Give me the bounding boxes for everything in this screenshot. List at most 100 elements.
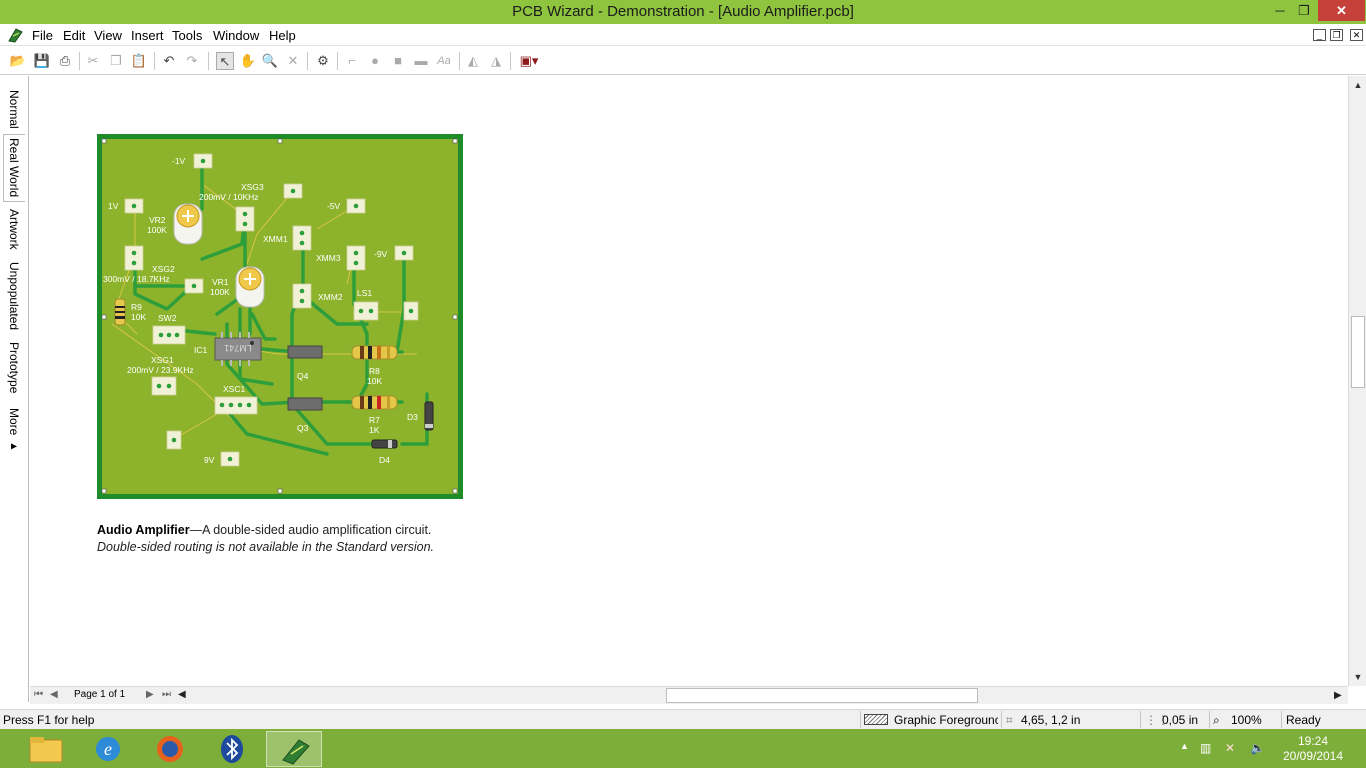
- status-ready: Ready: [1286, 713, 1321, 727]
- select-arrow-icon[interactable]: ↖: [216, 52, 234, 70]
- mirror-icon[interactable]: ◭: [464, 52, 482, 70]
- taskbar-clock[interactable]: 19:24 20/09/2014: [1278, 734, 1348, 764]
- first-page-icon[interactable]: ⏮: [34, 689, 43, 700]
- clock-time: 19:24: [1297, 734, 1329, 748]
- tab-unpopulated[interactable]: Unpopulated: [3, 260, 25, 332]
- minimize-button[interactable]: ─: [1267, 0, 1293, 21]
- status-bar: Press F1 for help Graphic Foregrounc ⌗ 4…: [0, 709, 1366, 729]
- ic-chip-label: LM741: [224, 343, 252, 353]
- label-xsg2-value: 300mV / 18.7KHz: [103, 274, 170, 284]
- mdi-minimize-button[interactable]: _: [1313, 29, 1326, 41]
- redo-icon[interactable]: ↷: [183, 52, 201, 70]
- label-r7-value: 1K: [369, 425, 380, 435]
- scroll-right-icon[interactable]: ▶: [1334, 690, 1342, 701]
- label-9v: 9V: [204, 455, 215, 465]
- square-pad-icon[interactable]: ■: [389, 52, 407, 70]
- mdi-close-button[interactable]: ✕: [1350, 29, 1363, 41]
- paste-icon[interactable]: 📋: [130, 52, 148, 70]
- file-explorer-icon[interactable]: [18, 731, 74, 767]
- maximize-button[interactable]: ❐: [1291, 0, 1317, 21]
- cut-icon[interactable]: ✂: [84, 52, 102, 70]
- menu-edit[interactable]: Edit: [63, 28, 85, 43]
- label-ic1: IC1: [194, 345, 208, 355]
- status-coordinates: 4,65, 1,2 in: [1021, 713, 1081, 727]
- caption-description: —A double-sided audio amplification circ…: [189, 523, 432, 537]
- label-neg9v: -9V: [374, 249, 388, 259]
- copy-icon[interactable]: ❐: [107, 52, 125, 70]
- pcb-wizard-taskbar-icon[interactable]: [266, 731, 322, 767]
- label-q4: Q4: [297, 371, 309, 381]
- track-icon[interactable]: ⌐: [343, 52, 361, 70]
- tab-real-world[interactable]: Real World: [3, 134, 25, 202]
- status-help: Press F1 for help: [3, 713, 95, 727]
- last-page-icon[interactable]: ⏭: [162, 689, 171, 700]
- pcb-wizard-icon[interactable]: [7, 27, 24, 43]
- horizontal-scrollbar[interactable]: ⏮ ◀ Page 1 of 1 ▶ ⏭ ◀ ▶: [30, 686, 1348, 704]
- status-grid[interactable]: 0,05 in: [1162, 713, 1198, 727]
- menu-view[interactable]: View: [94, 28, 122, 43]
- prev-page-icon[interactable]: ◀: [50, 689, 58, 700]
- menu-tools[interactable]: Tools: [172, 28, 202, 43]
- horizontal-scroll-thumb[interactable]: [666, 688, 978, 703]
- internet-explorer-icon[interactable]: e: [80, 731, 136, 767]
- caption-title: Audio Amplifier: [97, 523, 190, 537]
- tray-device-icon[interactable]: ▥: [1200, 741, 1211, 755]
- firefox-icon[interactable]: [142, 731, 198, 767]
- label-xsg1: XSG1: [151, 355, 174, 365]
- layer-swatch-icon: [864, 714, 888, 725]
- next-page-icon[interactable]: ▶: [146, 689, 154, 700]
- label-r9: R9: [131, 302, 142, 312]
- title-bar: PCB Wizard - Demonstration - [Audio Ampl…: [0, 0, 1366, 24]
- save-icon[interactable]: 💾: [33, 52, 51, 70]
- tab-more[interactable]: More ▸: [3, 406, 25, 454]
- open-icon[interactable]: 📂: [9, 52, 27, 70]
- vertical-scroll-thumb[interactable]: [1351, 316, 1365, 388]
- manufacture-icon[interactable]: ▣▾: [515, 52, 543, 70]
- status-zoom[interactable]: 100%: [1231, 713, 1262, 727]
- coords-icon: ⌗: [1006, 713, 1013, 727]
- tray-expand-icon[interactable]: ▲: [1180, 741, 1189, 751]
- mdi-restore-button[interactable]: ❐: [1330, 29, 1343, 41]
- tray-volume-icon[interactable]: 🔈: [1250, 741, 1265, 755]
- zoom-icon[interactable]: 🔍: [261, 52, 279, 70]
- components-icon[interactable]: ⚙: [314, 52, 332, 70]
- print-icon[interactable]: ⎙: [56, 52, 74, 70]
- label-neg5v: -5V: [327, 201, 341, 211]
- scroll-up-icon[interactable]: ▲: [1349, 80, 1366, 90]
- vertical-scrollbar[interactable]: ▲ ▼: [1348, 76, 1366, 686]
- label-vr2: VR2: [149, 215, 166, 225]
- document-canvas[interactable]: LM741 -1V XSG3 200mV / 10KHz 1V VR2 100K…: [30, 76, 1348, 686]
- label-r8-value: 10K: [367, 376, 382, 386]
- flip-icon[interactable]: ◮: [487, 52, 505, 70]
- scroll-down-icon[interactable]: ▼: [1349, 672, 1366, 682]
- status-layer[interactable]: Graphic Foregrounc: [894, 713, 998, 727]
- menu-help[interactable]: Help: [269, 28, 296, 43]
- tab-artwork[interactable]: Artwork: [3, 204, 25, 254]
- tray-network-icon[interactable]: ✕: [1225, 741, 1235, 755]
- label-xsg3-value: 200mV / 10KHz: [199, 192, 259, 202]
- tab-normal[interactable]: Normal: [3, 84, 25, 134]
- label-xsg2: XSG2: [152, 264, 175, 274]
- text-icon[interactable]: Aa: [435, 52, 453, 70]
- undo-icon[interactable]: ↶: [160, 52, 178, 70]
- view-mode-tabs: Normal Real World Artwork Unpopulated Pr…: [0, 76, 29, 702]
- label-vr1: VR1: [212, 277, 229, 287]
- tab-prototype[interactable]: Prototype: [3, 338, 25, 398]
- pcb-board[interactable]: LM741 -1V XSG3 200mV / 10KHz 1V VR2 100K…: [97, 134, 463, 499]
- scroll-left-icon[interactable]: ◀: [178, 689, 186, 700]
- board-caption: Audio Amplifier—A double-sided audio amp…: [97, 522, 434, 556]
- label-ls1: LS1: [357, 288, 372, 298]
- bluetooth-icon[interactable]: [204, 731, 260, 767]
- menu-window[interactable]: Window: [213, 28, 259, 43]
- menu-bar: File Edit View Insert Tools Window Help …: [0, 24, 1366, 46]
- label-xsc1: XSC1: [223, 384, 245, 394]
- delete-icon[interactable]: ✕: [284, 52, 302, 70]
- caption-note: Double-sided routing is not available in…: [97, 540, 435, 554]
- close-button[interactable]: ✕: [1318, 0, 1365, 21]
- copper-area-icon[interactable]: ▬: [412, 52, 430, 70]
- pad-icon[interactable]: ●: [366, 52, 384, 70]
- menu-file[interactable]: File: [32, 28, 53, 43]
- pan-hand-icon[interactable]: ✋: [239, 52, 257, 70]
- label-r7: R7: [369, 415, 380, 425]
- menu-insert[interactable]: Insert: [131, 28, 164, 43]
